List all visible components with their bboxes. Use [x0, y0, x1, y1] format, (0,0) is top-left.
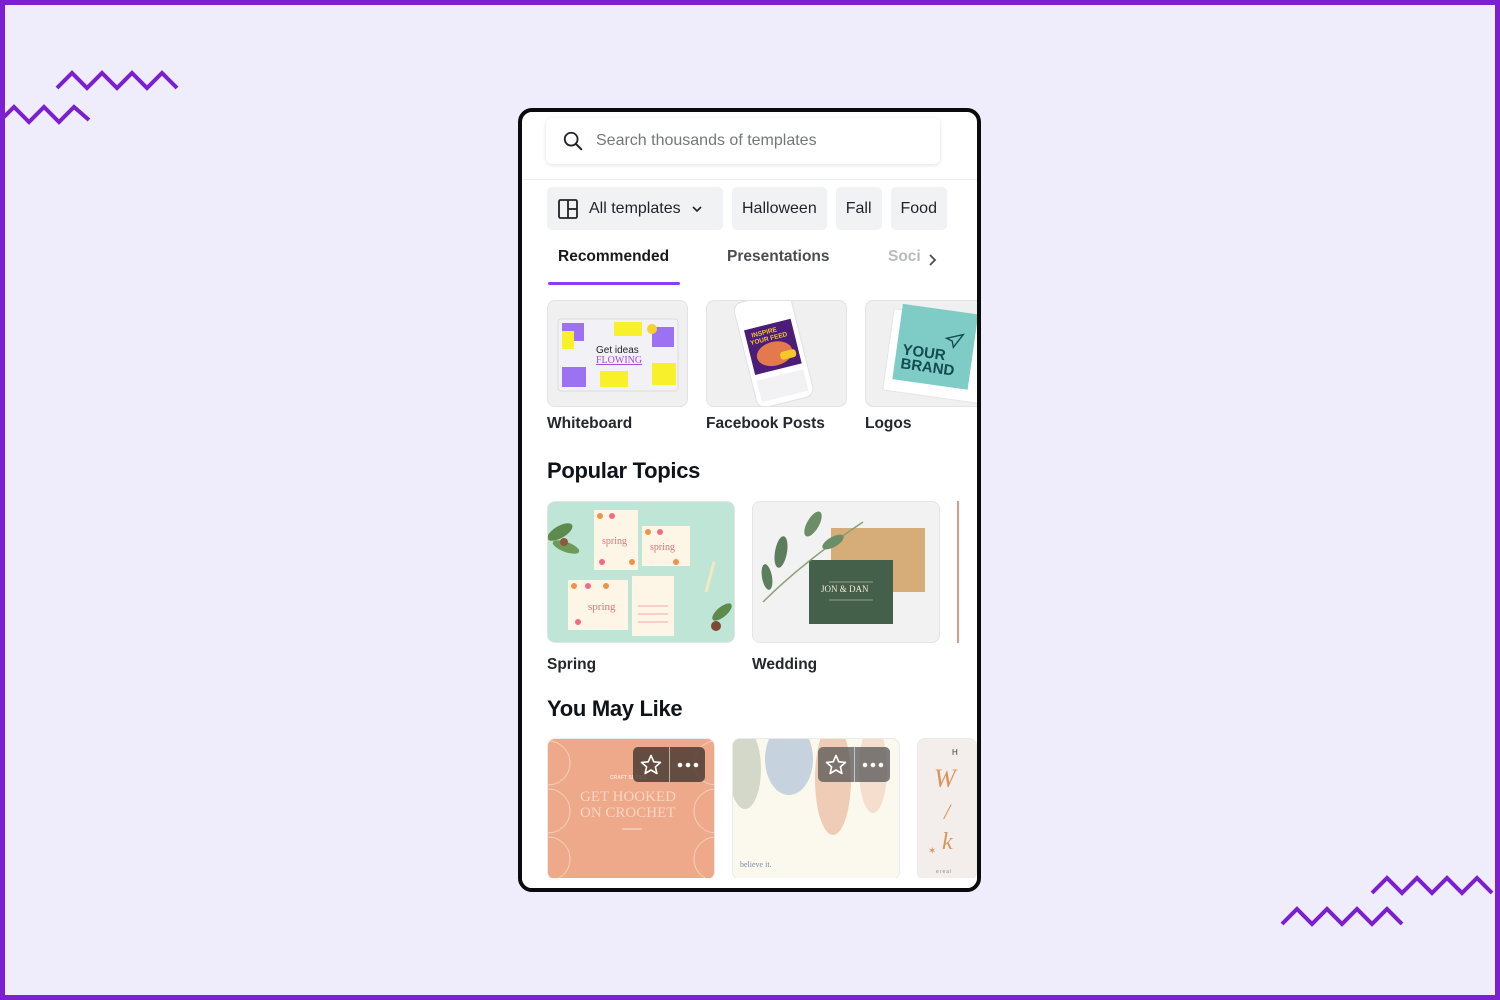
believe-thumb-text: believe it.	[740, 860, 772, 869]
logo-illustration: YOUR BRAND	[882, 303, 977, 406]
whiteboard-thumbnail: Get ideas FLOWING	[547, 300, 688, 407]
template-card-logos[interactable]: YOUR BRAND Logos	[865, 300, 977, 433]
popular-topics-heading: Popular Topics	[547, 458, 701, 483]
chevron-down-icon	[692, 205, 702, 212]
star-icon	[640, 754, 662, 774]
zigzag-decoration-top-left	[4, 104, 91, 125]
popular-topics-row: spring spring spring Spring JON & DAN We…	[547, 501, 961, 674]
spring-thumb-text: spring	[588, 601, 616, 613]
search-icon	[563, 131, 583, 151]
chevron-right-icon[interactable]	[927, 253, 937, 267]
whiteboard-illustration: Get ideas FLOWING	[557, 318, 679, 392]
zigzag-decoration-bottom-top	[1370, 875, 1494, 896]
card-actions	[633, 747, 705, 782]
crochet-thumb-text-2: GET HOOKED	[580, 789, 676, 805]
wedding-thumbnail: JON & DAN	[752, 501, 940, 643]
tab-recommended[interactable]: Recommended	[558, 248, 669, 266]
template-card-label: Facebook Posts	[706, 415, 825, 432]
star-icon	[825, 754, 847, 774]
template-card-crochet[interactable]: CRAFT SERIES GET HOOKED ON CROCHET	[547, 738, 715, 880]
whiteboard-thumb-text-2: FLOWING	[596, 355, 642, 366]
template-card-label: Logos	[865, 415, 912, 432]
more-icon	[677, 762, 698, 767]
favorite-button[interactable]	[818, 747, 854, 782]
recommended-row: Get ideas FLOWING Whiteboard INSPIRE YOU…	[547, 300, 977, 433]
mobile-screen: All templates Halloween Fall Food Recomm…	[518, 108, 981, 892]
topic-card-wedding[interactable]: JON & DAN Wedding	[752, 501, 940, 674]
more-options-button[interactable]	[854, 747, 890, 782]
favorite-button[interactable]	[633, 747, 669, 782]
partial-thumb-text-3: ereal	[936, 869, 952, 875]
chip-food[interactable]: Food	[890, 187, 947, 230]
template-card-believe-it[interactable]: believe it.	[732, 738, 900, 880]
topic-card-label: Spring	[547, 656, 597, 673]
template-tabs: Recommended Presentations Soci	[522, 236, 977, 286]
partial-thumb-text-2: W	[934, 764, 958, 793]
chip-label: Halloween	[742, 199, 817, 217]
chip-label: All templates	[589, 199, 681, 217]
svg-text:k: k	[942, 829, 953, 855]
zigzag-decoration-bottom-lower	[1280, 906, 1404, 927]
you-may-like-heading: You May Like	[547, 696, 683, 721]
logos-thumbnail: YOUR BRAND	[865, 300, 977, 407]
template-card-partial[interactable]: H W / k ✶ ereal	[917, 738, 977, 880]
phone-illustration: INSPIRE YOUR FEED	[733, 301, 814, 406]
template-card-label: Whiteboard	[547, 415, 633, 432]
wedding-thumb-text: JON & DAN	[821, 584, 869, 594]
chip-halloween[interactable]: Halloween	[732, 187, 827, 230]
spring-thumb-text: spring	[650, 542, 675, 553]
layout-icon	[558, 198, 578, 219]
partial-thumbnail	[957, 501, 961, 643]
partial-thumb-text-1: H	[952, 748, 958, 757]
bottom-edge	[522, 878, 977, 888]
search-bar-area	[522, 112, 977, 180]
chip-fall[interactable]: Fall	[835, 187, 882, 230]
spring-thumbnail: spring spring spring	[547, 501, 735, 643]
wedding-illustration: JON & DAN	[761, 511, 925, 624]
category-chips: All templates Halloween Fall Food	[547, 187, 947, 230]
spring-illustration: spring spring spring	[548, 510, 732, 636]
topic-card-partial[interactable]	[957, 501, 961, 674]
tab-presentations[interactable]: Presentations	[727, 248, 830, 266]
active-tab-indicator	[548, 282, 680, 285]
search-box[interactable]	[546, 118, 940, 164]
all-templates-dropdown[interactable]: All templates	[547, 187, 723, 230]
facebook-posts-thumbnail: INSPIRE YOUR FEED	[706, 300, 847, 407]
chip-label: Fall	[845, 199, 872, 217]
search-input[interactable]	[596, 132, 916, 150]
you-may-like-row: CRAFT SERIES GET HOOKED ON CROCHET belie…	[547, 738, 977, 880]
spring-thumb-text: spring	[602, 536, 627, 547]
topic-card-spring[interactable]: spring spring spring Spring	[547, 501, 735, 674]
script-illustration: H W / k ✶ ereal	[928, 748, 958, 875]
svg-text:✶: ✶	[928, 846, 936, 857]
crochet-thumb-text-3: ON CROCHET	[580, 805, 675, 821]
template-card-whiteboard[interactable]: Get ideas FLOWING Whiteboard	[547, 300, 688, 433]
template-card-facebook-posts[interactable]: INSPIRE YOUR FEED Facebook Posts	[706, 300, 847, 433]
chip-label: Food	[900, 199, 937, 217]
tab-social[interactable]: Soci	[888, 248, 921, 266]
topic-card-label: Wedding	[752, 656, 818, 673]
svg-text:/: /	[942, 799, 952, 824]
zigzag-decoration-top-right	[55, 70, 179, 91]
more-options-button[interactable]	[669, 747, 705, 782]
more-icon	[862, 762, 883, 767]
card-actions	[818, 747, 890, 782]
